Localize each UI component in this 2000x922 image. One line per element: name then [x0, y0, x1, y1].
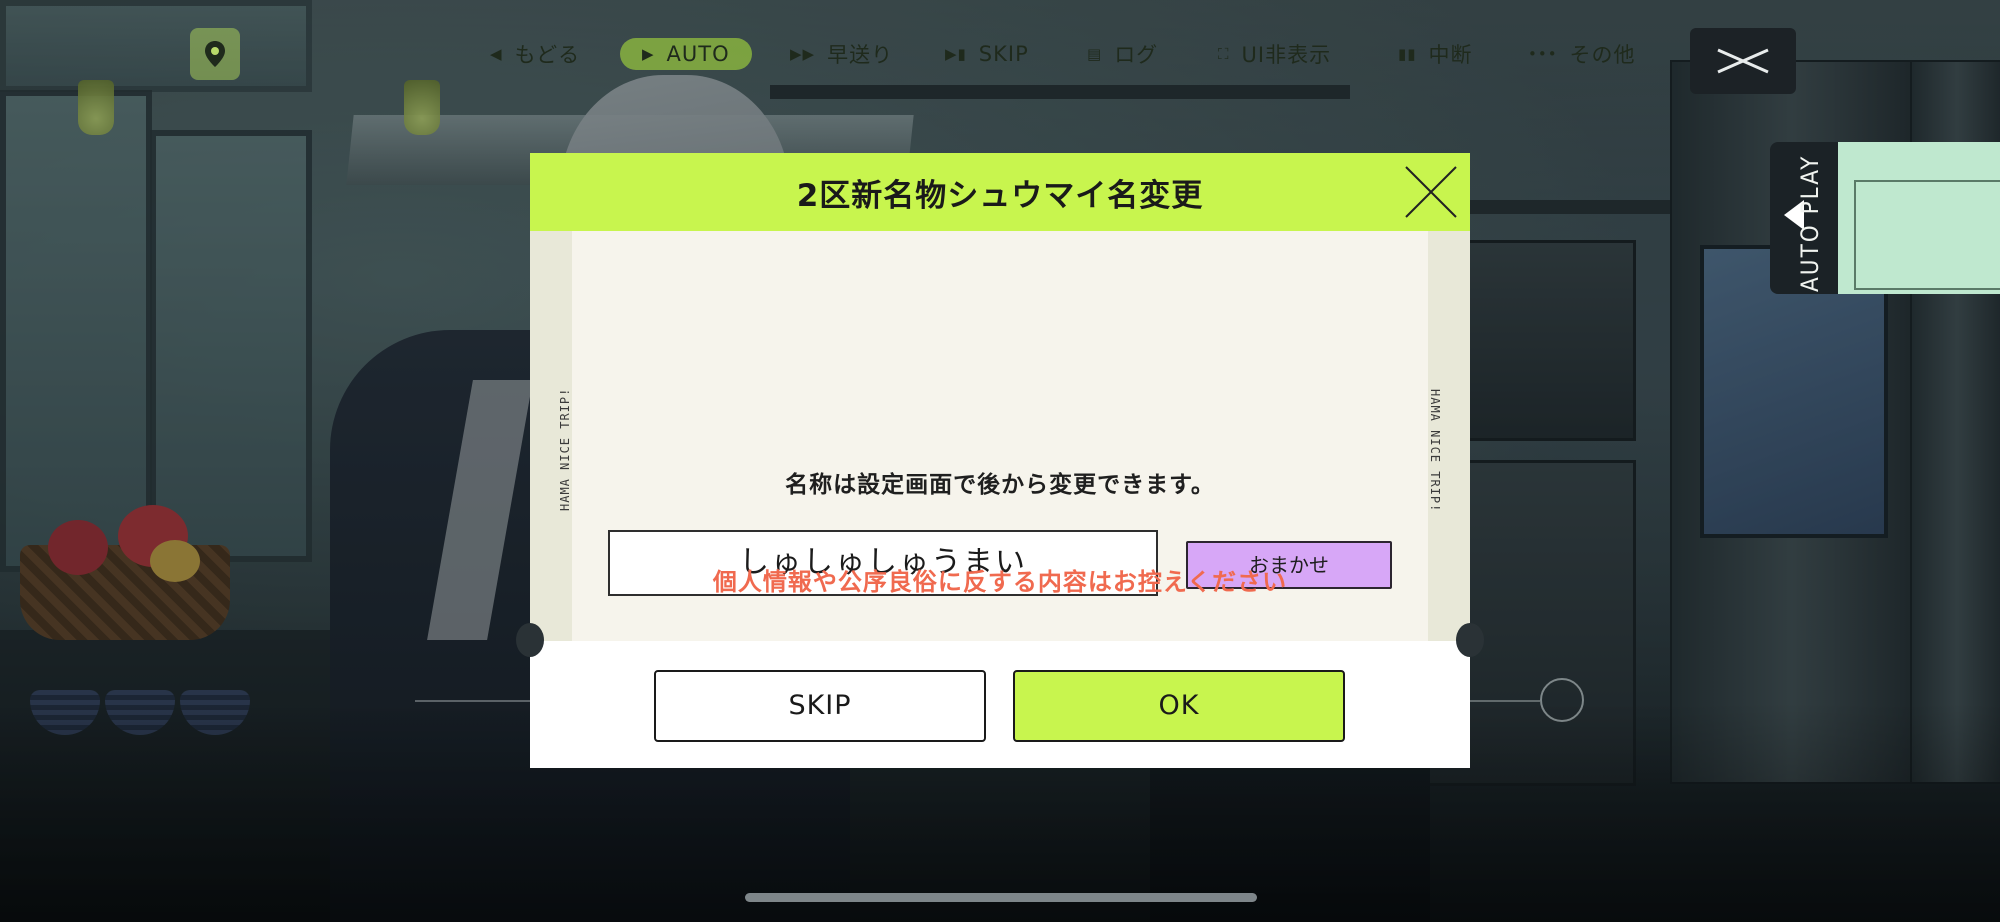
warning-text: 個人情報や公序良俗に反する内容はお控えください — [712, 568, 1288, 596]
pause-label: 中断 — [1428, 43, 1473, 67]
back-label: もどる — [514, 43, 581, 67]
more-label: その他 — [1569, 43, 1636, 67]
ticket-notch-right — [1456, 623, 1484, 657]
dialog-close-icon[interactable] — [1402, 163, 1460, 221]
pause-button[interactable]: ▮▮ 中断 — [1398, 38, 1473, 70]
slider-track — [1470, 700, 1540, 702]
auto-label: AUTO — [666, 42, 730, 66]
volume-icon[interactable] — [1540, 678, 1584, 722]
rename-note: 名称は設定画面で後から変更できます。 — [785, 472, 1215, 498]
skip-icon: ▶▮ — [945, 45, 967, 63]
auto-play-panel — [1838, 142, 2000, 294]
dialog-title: 2区新名物シュウマイ名変更 — [796, 177, 1204, 214]
auto-play-tab[interactable]: AUTO PLAY — [1770, 142, 1840, 294]
slider-track — [415, 700, 535, 702]
more-dots-icon: ••• — [1528, 45, 1558, 63]
log-button[interactable]: ▤ ログ — [1087, 38, 1158, 70]
ticket-notch-left — [516, 623, 544, 657]
hide-ui-button[interactable]: ⛶ UI非表示 — [1218, 38, 1331, 70]
play-icon: ▶ — [642, 45, 655, 63]
log-label: ログ — [1114, 43, 1159, 67]
home-indicator[interactable] — [745, 893, 1257, 902]
dialog-header: 2区新名物シュウマイ名変更 — [530, 153, 1470, 231]
back-button[interactable]: ◀ もどる — [490, 38, 580, 70]
ok-button[interactable]: OK — [1013, 670, 1345, 742]
pause-icon: ▮▮ — [1398, 45, 1417, 63]
fast-forward-label: 早送り — [827, 43, 894, 67]
hide-ui-icon: ⛶ — [1218, 45, 1230, 63]
more-button[interactable]: ••• その他 — [1528, 38, 1636, 70]
back-triangle-icon: ◀ — [490, 45, 503, 63]
close-scene-button[interactable] — [1690, 28, 1796, 94]
rename-dialog: 2区新名物シュウマイ名変更 HAMA NICE TRIP! HAMA NICE … — [516, 153, 1484, 768]
auto-button[interactable]: ▶ AUTO — [620, 38, 752, 70]
auto-play-panel-frame — [1854, 180, 2000, 290]
hide-ui-label: UI非表示 — [1241, 43, 1332, 67]
close-icon — [1717, 48, 1769, 74]
skip-toolbar-label: SKIP — [978, 42, 1029, 66]
fast-forward-icon: ▶▶ — [790, 45, 816, 63]
auto-play-label: AUTO PLAY — [1796, 154, 1824, 292]
skip-toolbar-button[interactable]: ▶▮ SKIP — [945, 38, 1029, 70]
fast-forward-button[interactable]: ▶▶ 早送り — [790, 38, 893, 70]
skip-button[interactable]: SKIP — [654, 670, 986, 742]
log-icon: ▤ — [1087, 45, 1103, 63]
